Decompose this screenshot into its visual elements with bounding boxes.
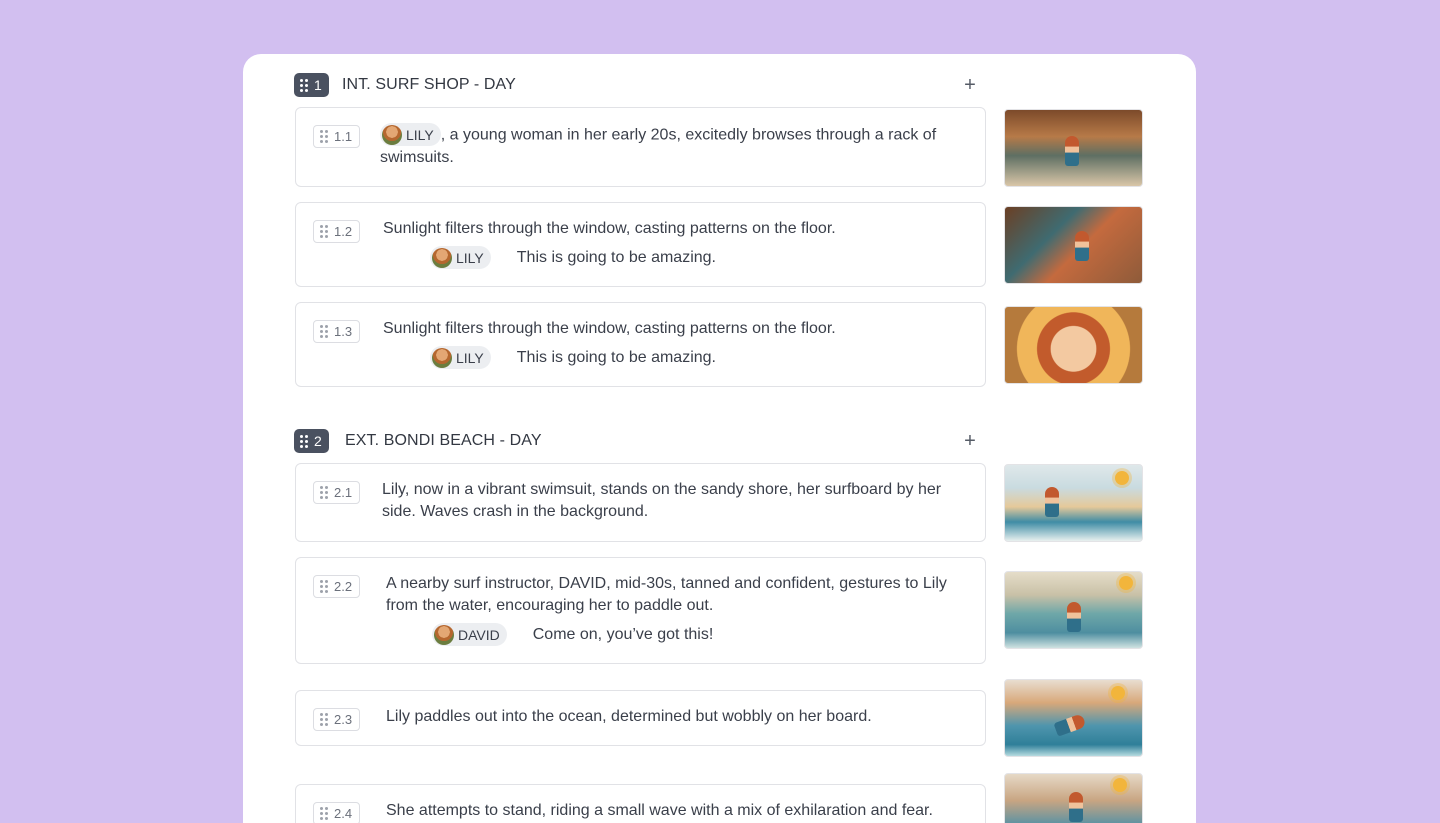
shot-number: 1.3 [334, 324, 353, 339]
drag-handle-icon[interactable] [320, 130, 328, 143]
avatar [382, 124, 402, 145]
shot-description[interactable]: Lily, now in a vibrant swimsuit, stands … [382, 479, 972, 523]
shot-thumbnail[interactable] [1004, 571, 1143, 649]
shot-number-badge[interactable]: 1.1 [313, 125, 361, 148]
shot-description[interactable]: Lily paddles out into the ocean, determi… [386, 706, 976, 728]
shot-description[interactable]: Sunlight filters through the window, cas… [383, 318, 973, 340]
shot-number: 2.4 [334, 806, 353, 821]
dialogue-text: This is going to be amazing. [516, 248, 716, 266]
sun-icon [1113, 778, 1127, 792]
shot-thumbnail[interactable] [1004, 464, 1143, 542]
shot-number-badge[interactable]: 2.4 [313, 802, 361, 823]
dialogue-line[interactable]: DAVID Come on, you’ve got this! [432, 623, 713, 646]
shot-thumbnail[interactable] [1004, 679, 1143, 757]
shot-card[interactable]: 1.1 LILY, a young woman in her early 20s… [295, 107, 986, 187]
shot-card[interactable]: 2.4 She attempts to stand, riding a smal… [295, 784, 986, 823]
sun-icon [1119, 576, 1133, 590]
shot-thumbnail[interactable] [1004, 109, 1143, 187]
scene-title[interactable]: EXT. BONDI BEACH - DAY [345, 432, 542, 450]
shot-card[interactable]: 1.2 Sunlight filters through the window,… [295, 202, 986, 287]
shot-card[interactable]: 1.3 Sunlight filters through the window,… [295, 302, 986, 387]
shot-number-badge[interactable]: 2.1 [313, 481, 361, 504]
dialogue-text: This is going to be amazing. [516, 348, 716, 366]
dialogue-line[interactable]: LILY This is going to be amazing. [430, 246, 716, 269]
drag-handle-icon[interactable] [300, 434, 308, 448]
shot-description[interactable]: Sunlight filters through the window, cas… [383, 218, 973, 240]
sun-icon [1111, 686, 1125, 700]
shot-number: 1.2 [334, 224, 353, 239]
character-figure [1069, 792, 1083, 822]
shot-number-badge[interactable]: 2.3 [313, 708, 361, 731]
character-name: LILY [456, 349, 484, 366]
drag-handle-icon[interactable] [320, 225, 328, 238]
add-shot-button[interactable]: + [957, 428, 983, 454]
character-name: LILY [456, 249, 484, 266]
scene-header: 2 EXT. BONDI BEACH - DAY + [294, 429, 983, 455]
shot-thumbnail[interactable] [1004, 773, 1143, 823]
scene-number-badge[interactable]: 1 [294, 73, 329, 97]
avatar [432, 347, 452, 368]
shot-card[interactable]: 2.2 A nearby surf instructor, DAVID, mid… [295, 557, 986, 664]
add-shot-button[interactable]: + [957, 72, 983, 98]
avatar [432, 247, 452, 268]
character-chip[interactable]: DAVID [432, 623, 507, 646]
character-figure [1067, 602, 1081, 632]
drag-handle-icon[interactable] [320, 580, 328, 593]
character-chip[interactable]: LILY [430, 246, 491, 269]
shot-thumbnail[interactable] [1004, 306, 1143, 384]
character-figure [1065, 136, 1079, 166]
shot-card[interactable]: 2.1 Lily, now in a vibrant swimsuit, sta… [295, 463, 986, 542]
shot-card[interactable]: 2.3 Lily paddles out into the ocean, det… [295, 690, 986, 746]
dialogue-text: Come on, you’ve got this! [532, 625, 714, 643]
scene-title[interactable]: INT. SURF SHOP - DAY [342, 76, 516, 94]
drag-handle-icon[interactable] [320, 807, 328, 820]
character-name: DAVID [458, 626, 500, 643]
character-name: LILY [406, 126, 434, 143]
character-figure [1075, 231, 1089, 261]
shot-number: 2.1 [334, 485, 353, 500]
shot-number: 2.3 [334, 712, 353, 727]
character-chip[interactable]: LILY [430, 346, 491, 369]
shot-number: 2.2 [334, 579, 353, 594]
drag-handle-icon[interactable] [320, 713, 328, 726]
storyboard-panel: 1 INT. SURF SHOP - DAY + 1.1 LILY, a you… [243, 54, 1196, 823]
scene-number: 2 [314, 433, 322, 449]
shot-number: 1.1 [334, 129, 353, 144]
shot-description[interactable]: She attempts to stand, riding a small wa… [386, 800, 976, 822]
scene-number: 1 [314, 77, 322, 93]
shot-description[interactable]: A nearby surf instructor, DAVID, mid-30s… [386, 573, 976, 617]
shot-number-badge[interactable]: 1.2 [313, 220, 361, 243]
shot-description[interactable]: LILY, a young woman in her early 20s, ex… [380, 123, 970, 169]
character-chip[interactable]: LILY [380, 123, 441, 146]
drag-handle-icon[interactable] [300, 78, 308, 92]
shot-thumbnail[interactable] [1004, 206, 1143, 284]
avatar [434, 624, 454, 645]
drag-handle-icon[interactable] [320, 325, 328, 338]
shot-description-text: , a young woman in her early 20s, excite… [380, 126, 937, 166]
shot-number-badge[interactable]: 1.3 [313, 320, 361, 343]
character-figure [1053, 713, 1087, 737]
scene-number-badge[interactable]: 2 [294, 429, 329, 453]
character-figure [1045, 487, 1059, 517]
sun-icon [1115, 471, 1129, 485]
shot-number-badge[interactable]: 2.2 [313, 575, 361, 598]
scene-header: 1 INT. SURF SHOP - DAY + [294, 73, 983, 99]
drag-handle-icon[interactable] [320, 486, 328, 499]
dialogue-line[interactable]: LILY This is going to be amazing. [430, 346, 716, 369]
